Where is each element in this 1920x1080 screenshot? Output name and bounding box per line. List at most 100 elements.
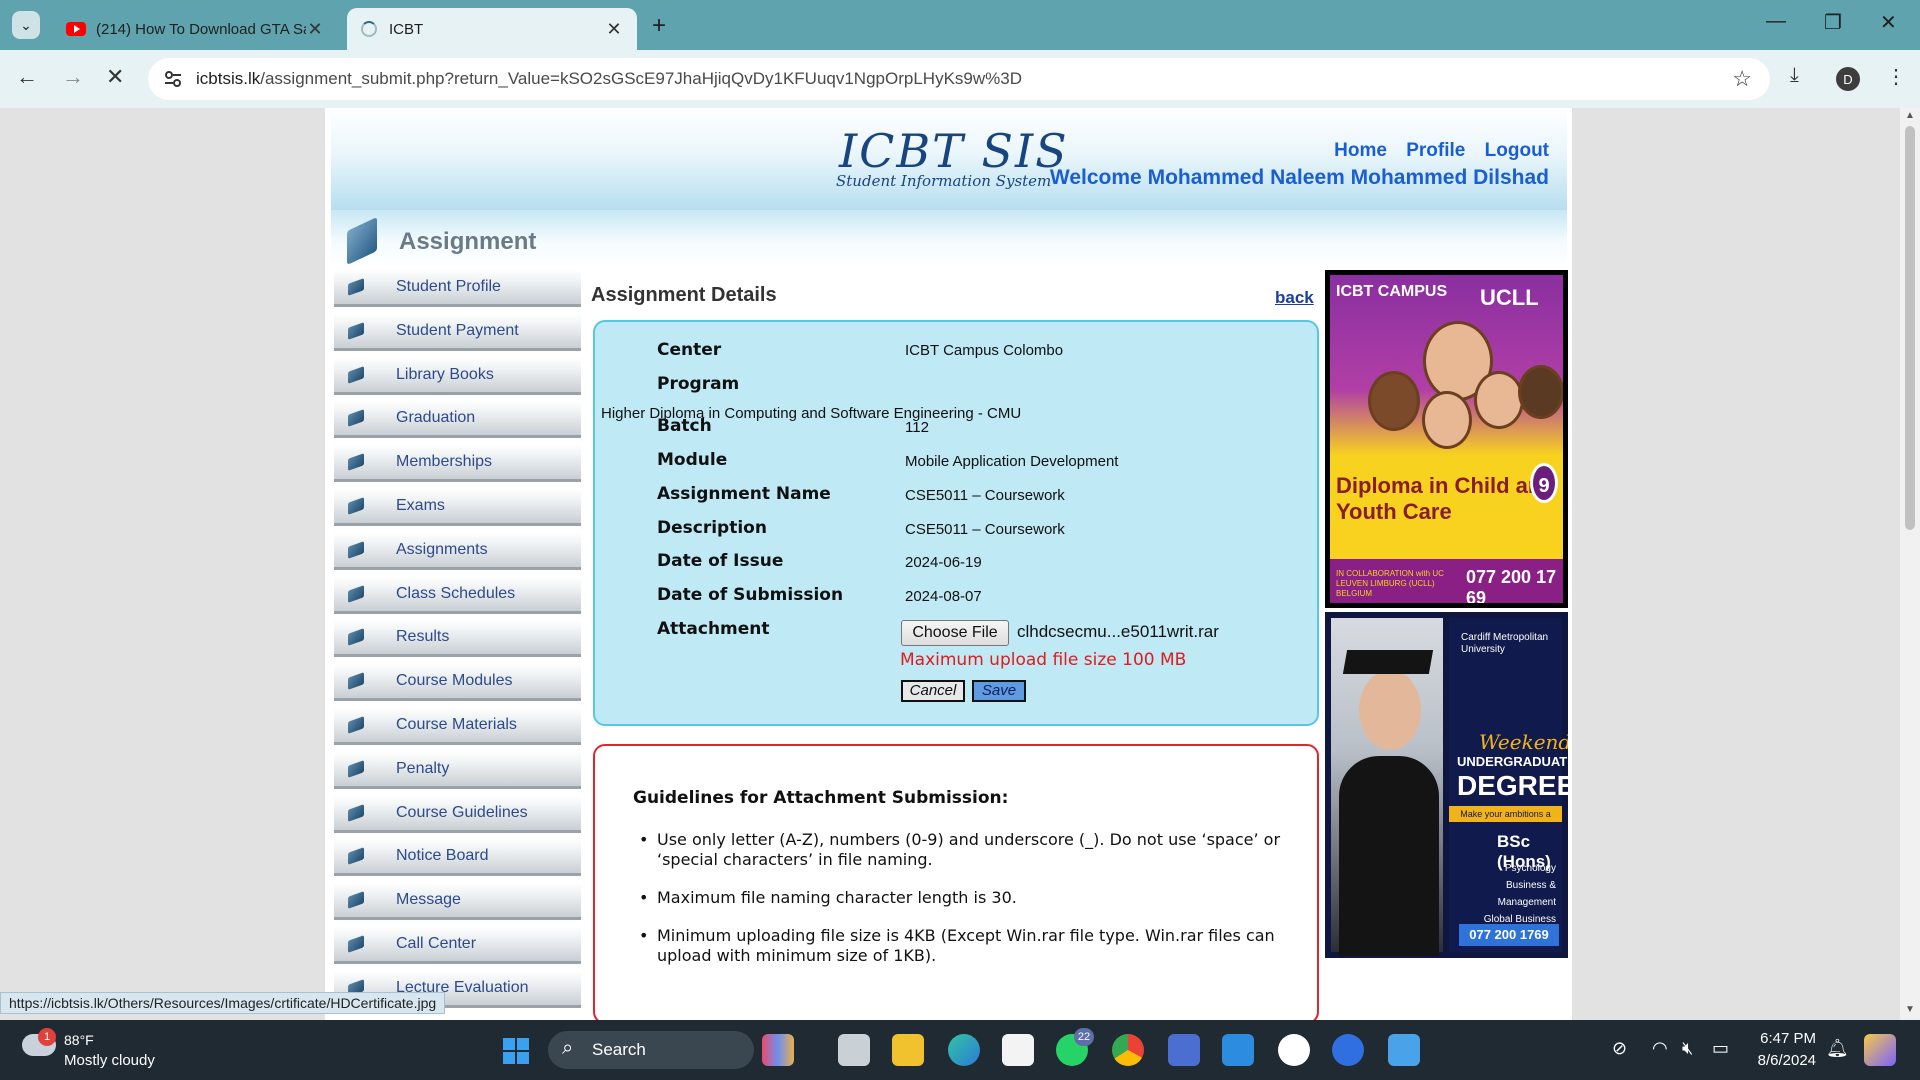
sidebar-item-course-materials[interactable]: Course Materials	[334, 707, 581, 745]
sidebar-item-label: Graduation	[396, 409, 476, 427]
sidebar-item-call-center[interactable]: Call Center	[334, 926, 581, 964]
sidebar-item-student-profile[interactable]: Student Profile	[334, 270, 581, 307]
sidebar-item-label: Call Center	[396, 934, 477, 952]
widgets-icon[interactable]	[762, 1034, 794, 1066]
ad-tagline: Make your ambitions a reality	[1449, 806, 1562, 835]
new-tab-button[interactable]: +	[652, 12, 666, 40]
sidebar-item-notice-board[interactable]: Notice Board	[334, 839, 581, 877]
sidebar-item-exams[interactable]: Exams	[334, 488, 581, 526]
ad-banner-degrees[interactable]: Cardiff Metropolitan University Weekend …	[1325, 612, 1568, 958]
sidebar-item-course-modules[interactable]: Course Modules	[334, 664, 581, 702]
scrollbar-thumb[interactable]	[1905, 126, 1915, 530]
cancel-button[interactable]: Cancel	[901, 680, 965, 702]
save-button[interactable]: Save	[972, 680, 1026, 702]
site-header: ICBT SIS Student Information System Home…	[331, 108, 1567, 210]
sidebar-item-results[interactable]: Results	[334, 620, 581, 658]
weather-description[interactable]: Mostly cloudy	[64, 1052, 155, 1069]
profile-link[interactable]: Profile	[1406, 140, 1465, 161]
tab-search-button[interactable]: ⌄	[12, 11, 40, 39]
home-link[interactable]: Home	[1334, 140, 1387, 161]
batch-value: 112	[905, 419, 929, 436]
sidebar-item-penalty[interactable]: Penalty	[334, 751, 581, 789]
back-link[interactable]: back	[1275, 288, 1314, 308]
download-icon[interactable]: ⤓	[1790, 64, 1799, 87]
program-label: Program	[657, 374, 740, 394]
minimize-button[interactable]: —	[1766, 10, 1786, 33]
sidebar-item-label: Penalty	[396, 759, 450, 777]
photo-face	[1359, 670, 1421, 750]
taskbar-search[interactable]: ⌕ Search	[548, 1031, 754, 1069]
ucll-logo: UCLL	[1480, 285, 1539, 310]
icbt-campus-logo: ICBT CAMPUS	[1336, 283, 1448, 300]
guideline-item: Minimum uploading file size is 4KB (Exce…	[633, 926, 1283, 966]
sidebar-item-message[interactable]: Message	[334, 883, 581, 921]
app-a-icon[interactable]	[1332, 1034, 1364, 1066]
center-label: Center	[657, 340, 722, 360]
photo-face	[1368, 371, 1420, 431]
clock-date[interactable]: 8/6/2024	[1752, 1052, 1816, 1069]
date-of-submission-label: Date of Submission	[657, 585, 844, 605]
battery-icon[interactable]: ▭	[1712, 1038, 1729, 1059]
photos-icon[interactable]	[1388, 1034, 1420, 1066]
site-logo[interactable]: ICBT SIS	[839, 124, 1069, 178]
microsoft-store-icon[interactable]	[1002, 1034, 1034, 1066]
bookmark-star-icon[interactable]: ☆	[1732, 66, 1752, 92]
sidebar-menu: Student Profile Student Payment Library …	[334, 270, 581, 1015]
tab-youtube[interactable]: (214) How To Download GTA Sa ✕	[52, 8, 338, 50]
sidebar-item-assignments[interactable]: Assignments	[334, 532, 581, 570]
sidebar-item-label: Course Materials	[396, 715, 517, 733]
ad-banner-diploma[interactable]: ICBT CAMPUS UCLL Diploma in Child and Yo…	[1325, 270, 1568, 608]
sidebar-item-course-guidelines[interactable]: Course Guidelines	[334, 795, 581, 833]
tab-close-icon[interactable]: ✕	[605, 19, 623, 40]
tab-icbt[interactable]: ICBT ✕	[347, 8, 637, 50]
menu-bullet-icon	[348, 584, 364, 603]
sidebar-item-student-payment[interactable]: Student Payment	[334, 313, 581, 351]
stop-loading-icon[interactable]: ✕	[106, 64, 124, 90]
vscode-icon[interactable]	[1222, 1034, 1254, 1066]
page-scrollbar[interactable]: ▲ ▼	[1900, 108, 1920, 1020]
sidebar-item-library-books[interactable]: Library Books	[334, 357, 581, 395]
site-settings-icon[interactable]	[162, 68, 184, 90]
weather-temperature[interactable]: 88°F	[64, 1032, 94, 1048]
copilot-icon[interactable]	[1864, 1034, 1896, 1066]
whatsapp-desktop-icon[interactable]	[1278, 1034, 1310, 1066]
address-bar[interactable]: icbtsis.lk/assignment_submit.php?return_…	[148, 58, 1770, 100]
volume-muted-icon[interactable]: 🔇︎	[1682, 1038, 1693, 1059]
section-title: Assignment	[399, 228, 537, 255]
section-bar: Assignment	[331, 210, 1567, 268]
ad-undergraduate-text: UNDERGRADUATE	[1457, 754, 1568, 769]
center-value: ICBT Campus Colombo	[905, 342, 1064, 359]
choose-file-button[interactable]: Choose File	[901, 620, 1009, 646]
network-off-icon[interactable]: ⊘	[1612, 1038, 1627, 1059]
photo-face	[1518, 365, 1563, 419]
forward-arrow-icon[interactable]: →	[62, 64, 84, 90]
profile-avatar[interactable]: D	[1836, 67, 1860, 91]
back-arrow-icon[interactable]: ←	[16, 64, 38, 90]
restore-button[interactable]: ❐	[1824, 10, 1842, 35]
sidebar-item-label: Student Payment	[396, 321, 519, 339]
sidebar-item-class-schedules[interactable]: Class Schedules	[334, 576, 581, 614]
sidebar-item-label: Class Schedules	[396, 584, 516, 602]
windows-start-icon[interactable]	[503, 1038, 529, 1064]
app-cube-icon[interactable]	[1168, 1034, 1200, 1066]
scroll-down-icon[interactable]: ▼	[1905, 1004, 1915, 1015]
clock-time[interactable]: 6:47 PM	[1760, 1030, 1816, 1047]
chrome-icon[interactable]	[1112, 1034, 1144, 1066]
task-view-icon[interactable]	[838, 1034, 870, 1066]
search-label: Search	[592, 1040, 646, 1059]
close-window-button[interactable]: ✕	[1880, 10, 1897, 35]
tab-close-icon[interactable]: ✕	[306, 19, 324, 40]
graduation-cap-icon	[1342, 650, 1434, 674]
notification-bell-icon[interactable]: 🔔︎	[1826, 1038, 1849, 1059]
sidebar-item-graduation[interactable]: Graduation	[334, 401, 581, 439]
file-explorer-icon[interactable]	[892, 1034, 924, 1066]
menu-dots-icon[interactable]: ⋮	[1886, 64, 1906, 89]
menu-bullet-icon	[348, 891, 364, 910]
wifi-icon[interactable]: ◠	[1652, 1038, 1668, 1059]
ad-phone-number: 077 200 17 69	[1466, 567, 1557, 603]
edge-icon[interactable]	[948, 1034, 980, 1066]
logout-link[interactable]: Logout	[1485, 140, 1549, 161]
scroll-up-icon[interactable]: ▲	[1905, 110, 1915, 121]
top-nav: Home Profile Logout	[1320, 140, 1549, 162]
sidebar-item-memberships[interactable]: Memberships	[334, 445, 581, 483]
